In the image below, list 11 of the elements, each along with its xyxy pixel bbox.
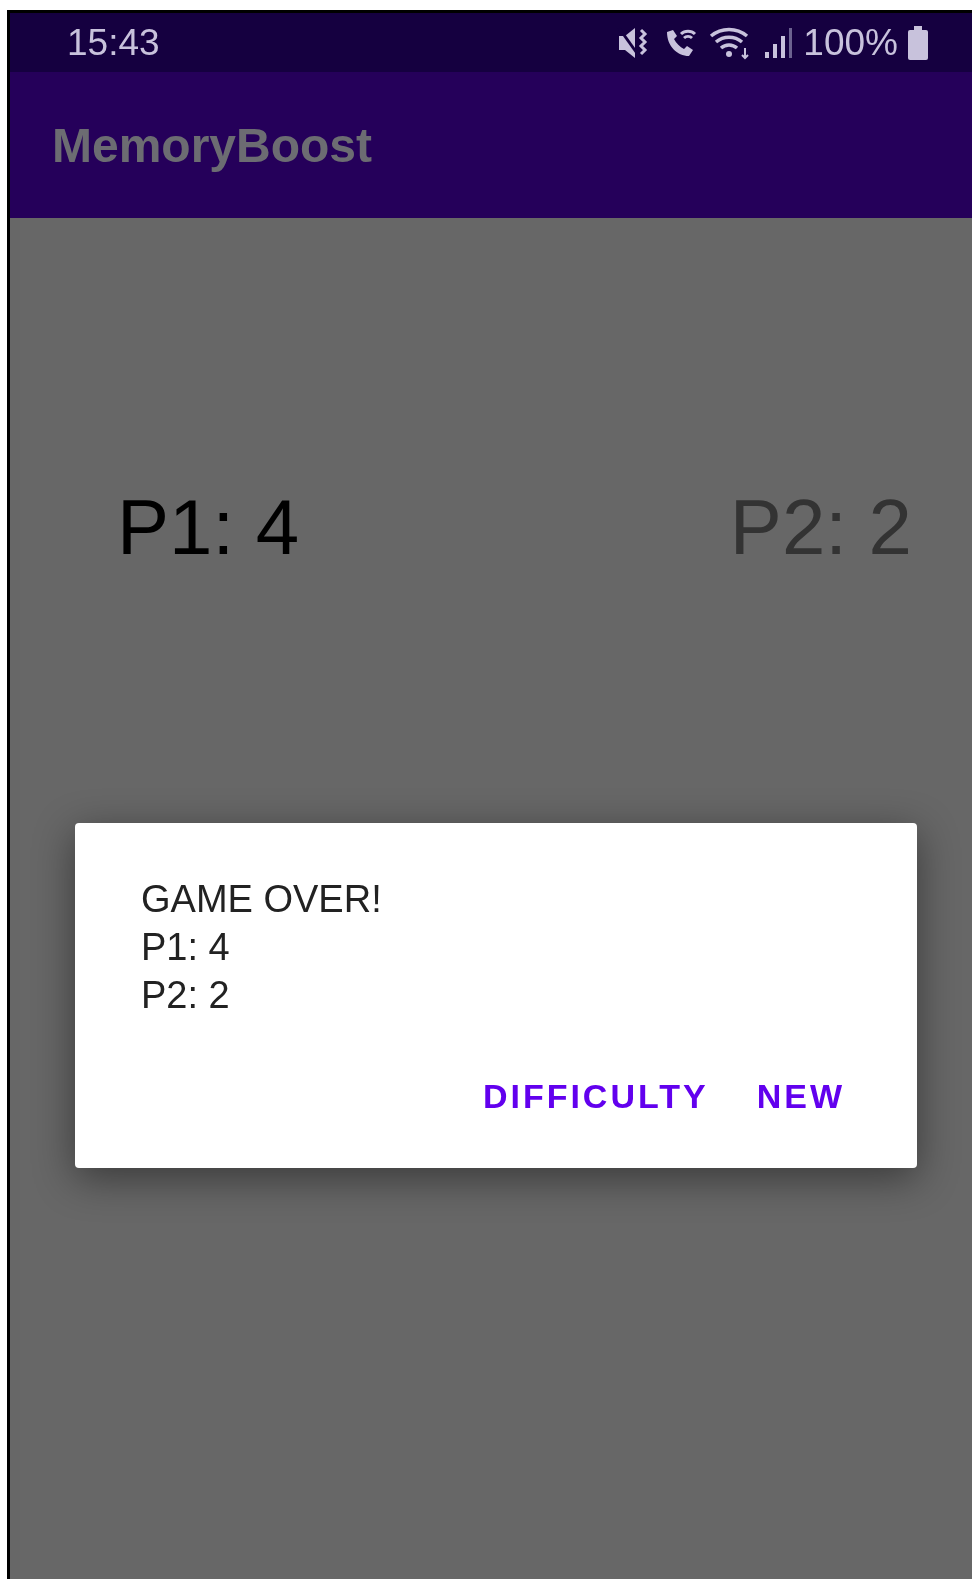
dialog-button[interactable]: NEW [750,1069,851,1124]
signal-icon [763,25,794,60]
clock-time: 15:43 [67,21,160,64]
app-title: MemoryBoost [52,117,373,173]
dialog-button[interactable]: DIFFICULTY [476,1069,715,1124]
dialog-message-line: P1: 4 [141,925,231,970]
player-score: P1: 4 [117,488,300,566]
dialog-message-line: P2: 2 [141,973,231,1018]
dialog-message-line: GAME OVER! [141,877,383,922]
battery-icon [908,25,928,60]
battery-percentage: 100% [803,21,898,64]
